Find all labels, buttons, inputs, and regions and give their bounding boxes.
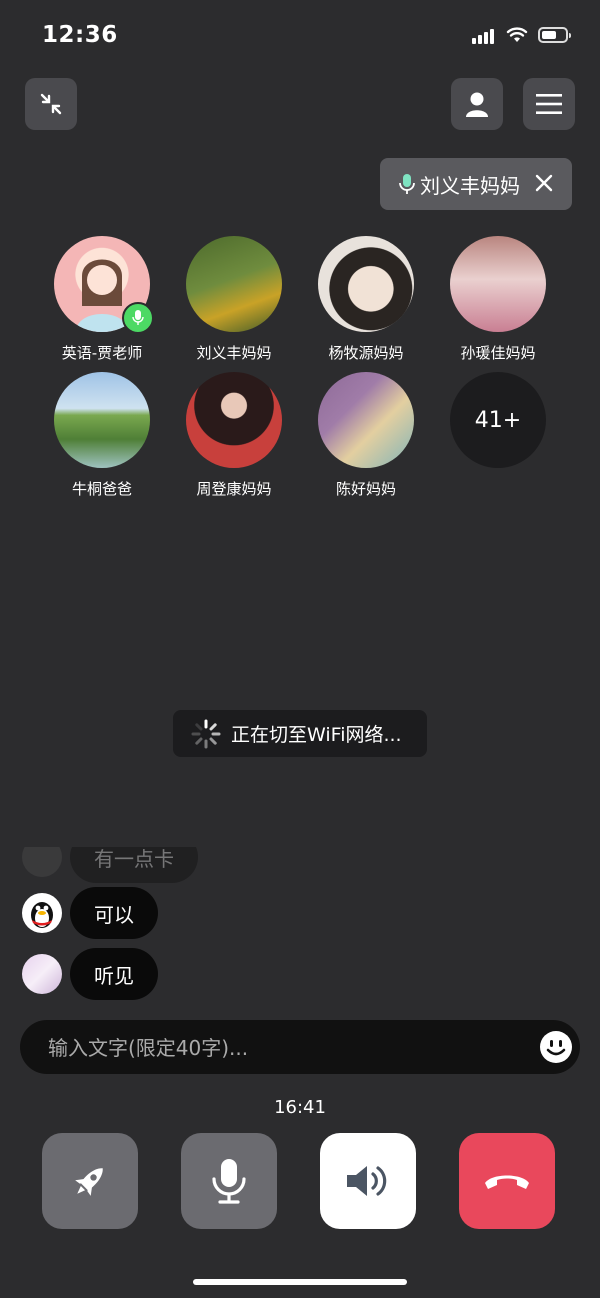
battery-icon — [538, 27, 571, 43]
mic-icon — [399, 174, 415, 194]
home-indicator[interactable] — [193, 1279, 407, 1285]
participant-avatar — [318, 236, 414, 332]
participant-name: 牛桐爸爸 — [71, 480, 132, 498]
participant-tile[interactable]: 陈好妈妈 — [301, 372, 431, 499]
phone-hangup-icon — [485, 1175, 529, 1189]
chat-bubble: 可以 — [70, 887, 158, 939]
status-time: 12:36 — [42, 22, 118, 48]
participant-tile[interactable]: 孙瑗佳妈妈 — [433, 236, 563, 363]
chat-message: 有一点卡 — [22, 847, 198, 883]
close-icon[interactable] — [532, 171, 556, 195]
cellular-signal-icon — [472, 28, 498, 44]
qq-penguin-avatar — [22, 893, 62, 933]
person-icon — [466, 92, 488, 117]
call-duration: 16:41 — [274, 1097, 326, 1118]
menu-button[interactable] — [523, 78, 575, 130]
chat-avatar — [22, 954, 62, 994]
hamburger-menu-icon — [536, 94, 562, 114]
smiley-icon — [546, 1040, 566, 1056]
speaker-volume-icon — [347, 1166, 387, 1196]
participant-tile[interactable]: 牛桐爸爸 — [37, 372, 167, 499]
message-input-bar — [20, 1020, 580, 1076]
chat-bubble: 听见 — [70, 948, 158, 1000]
rocket-icon — [75, 1168, 103, 1196]
participant-name: 刘义丰妈妈 — [196, 344, 272, 362]
participant-name: 陈好妈妈 — [335, 480, 396, 498]
hang-up-button[interactable] — [459, 1133, 555, 1229]
shrink-arrows-icon — [40, 93, 62, 115]
chat-message: 听见 — [22, 948, 158, 1000]
participant-name: 杨牧源妈妈 — [328, 344, 404, 362]
active-speaker-name: 刘义丰妈妈 — [420, 173, 520, 198]
message-input[interactable] — [46, 1020, 530, 1076]
emoji-button[interactable] — [540, 1031, 572, 1063]
participant-name: 周登康妈妈 — [196, 480, 272, 498]
more-count-badge: 41+ — [450, 372, 546, 468]
speaker-button[interactable] — [320, 1133, 416, 1229]
mic-icon — [132, 310, 144, 325]
participant-name: 孙瑗佳妈妈 — [460, 344, 536, 362]
loading-spinner-icon — [191, 719, 221, 748]
participant-avatar — [450, 236, 546, 332]
participant-tile[interactable]: 周登康妈妈 — [169, 372, 299, 499]
chat-message: 可以 — [22, 887, 158, 939]
chat-avatar — [22, 847, 62, 877]
participant-avatar — [186, 236, 282, 332]
more-participants[interactable]: 41+ — [433, 372, 563, 468]
participant-avatar — [318, 372, 414, 468]
members-button[interactable] — [451, 78, 503, 130]
participant-tile[interactable]: 英语-贾老师 — [37, 236, 167, 363]
wifi-icon — [506, 27, 528, 42]
microphone-icon — [212, 1159, 246, 1204]
active-speaker-pill: 刘义丰妈妈 — [380, 158, 572, 210]
chat-bubble: 有一点卡 — [70, 847, 198, 883]
participant-tile[interactable]: 杨牧源妈妈 — [301, 236, 431, 363]
participant-avatar — [186, 372, 282, 468]
participant-tile[interactable]: 刘义丰妈妈 — [169, 236, 299, 363]
network-toast: 正在切至WiFi网络... — [173, 710, 427, 757]
mic-active-badge — [122, 302, 154, 334]
participant-name: 英语-贾老师 — [61, 344, 143, 362]
minimize-button[interactable] — [25, 78, 77, 130]
participant-avatar — [54, 372, 150, 468]
toast-text: 正在切至WiFi网络... — [231, 724, 402, 746]
flip-camera-button[interactable] — [42, 1133, 138, 1229]
mute-button[interactable] — [181, 1133, 277, 1229]
